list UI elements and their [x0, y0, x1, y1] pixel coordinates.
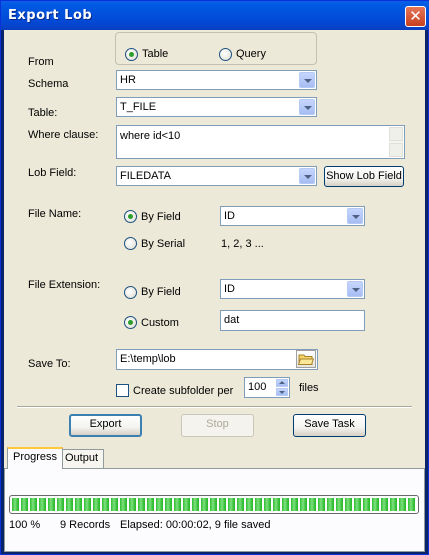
files-per-folder-value: 100 [248, 381, 267, 393]
file-extension-label: File Extension: [28, 279, 101, 291]
file-ext-by-field-label[interactable]: By Field [141, 286, 181, 298]
file-name-by-field-label[interactable]: By Field [141, 211, 181, 223]
custom-extension-value: dat [224, 314, 240, 326]
scroll-down-icon[interactable] [389, 143, 403, 157]
files-label: files [299, 382, 319, 394]
table-value: T_FILE [120, 101, 157, 113]
files-per-folder-stepper[interactable]: 100 [244, 377, 290, 398]
chevron-down-icon[interactable] [299, 99, 315, 115]
where-clause-value: where id<10 [120, 130, 181, 142]
custom-extension-input[interactable]: dat [220, 310, 365, 331]
file-ext-by-field-radio[interactable] [124, 286, 137, 299]
title-bar[interactable]: Export Lob ✕ [1, 1, 429, 30]
stop-button[interactable]: Stop [181, 414, 254, 437]
serial-example-text: 1, 2, 3 ... [221, 238, 264, 250]
save-to-path-value: E:\temp\lob [120, 353, 176, 365]
chevron-down-icon[interactable] [299, 168, 315, 184]
where-clause-input[interactable]: where id<10 [116, 125, 405, 159]
table-label: Table: [28, 107, 58, 119]
file-name-by-field-radio[interactable] [124, 210, 137, 223]
lob-field-label: Lob Field: [28, 167, 77, 179]
create-subfolder-label[interactable]: Create subfolder per [133, 385, 233, 397]
browse-folder-button[interactable] [296, 350, 316, 368]
scroll-up-icon[interactable] [389, 127, 403, 141]
export-lob-window: Export Lob ✕ From Table Query Schema HR … [0, 0, 429, 555]
schema-label: Schema [28, 78, 69, 90]
file-ext-field-value: ID [224, 283, 235, 295]
file-ext-custom-label[interactable]: Custom [141, 317, 179, 329]
schema-combo[interactable]: HR [116, 70, 317, 90]
file-ext-field-combo[interactable]: ID [220, 279, 365, 299]
file-name-by-serial-label[interactable]: By Serial [141, 238, 185, 250]
save-to-label: Save To: [28, 358, 71, 370]
from-query-radio[interactable] [219, 48, 232, 61]
chevron-down-icon[interactable] [299, 72, 315, 88]
progress-fill [12, 498, 416, 511]
tab-output[interactable]: Output [59, 449, 105, 469]
chevron-down-icon[interactable] [347, 281, 363, 297]
from-table-label[interactable]: Table [142, 48, 168, 60]
from-radio-group: Table Query [115, 32, 317, 65]
progress-percent: 100 % [9, 519, 41, 531]
save-task-button[interactable]: Save Task [293, 414, 366, 437]
from-query-label[interactable]: Query [236, 48, 266, 60]
close-icon: ✕ [409, 7, 422, 25]
stepper-down-icon[interactable] [276, 388, 288, 396]
lob-field-value: FILEDATA [120, 170, 171, 182]
where-scrollbar[interactable] [389, 127, 403, 157]
save-to-path-input[interactable]: E:\temp\lob [116, 349, 318, 370]
file-name-label: File Name: [28, 208, 82, 220]
progress-tab-panel: 100 % 9 Records Elapsed: 00:00:02, 9 fil… [4, 468, 425, 552]
from-label: From [28, 56, 54, 68]
file-name-by-serial-radio[interactable] [124, 237, 137, 250]
chevron-down-icon[interactable] [347, 208, 363, 224]
from-table-radio[interactable] [125, 48, 138, 61]
separator [17, 406, 412, 408]
lob-field-combo[interactable]: FILEDATA [116, 166, 317, 186]
where-label: Where clause: [28, 129, 99, 141]
folder-open-icon [297, 354, 315, 365]
show-lob-field-button[interactable]: Show Lob Field [324, 166, 404, 187]
file-ext-custom-radio[interactable] [124, 316, 137, 329]
records-count: 9 Records [60, 519, 111, 531]
window-title: Export Lob [8, 8, 93, 23]
file-name-field-combo[interactable]: ID [220, 206, 365, 226]
schema-value: HR [120, 74, 136, 86]
progress-bar [9, 495, 419, 514]
export-button[interactable]: Export [69, 414, 142, 437]
file-name-field-value: ID [224, 210, 235, 222]
create-subfolder-checkbox[interactable] [116, 384, 129, 397]
dialog-body: From Table Query Schema HR Table: T_FILE… [4, 30, 425, 552]
close-button[interactable]: ✕ [405, 6, 426, 27]
stepper-up-icon[interactable] [276, 379, 288, 387]
tab-progress[interactable]: Progress [7, 447, 64, 469]
elapsed-status: Elapsed: 00:00:02, 9 file saved [120, 519, 271, 531]
table-combo[interactable]: T_FILE [116, 97, 317, 117]
